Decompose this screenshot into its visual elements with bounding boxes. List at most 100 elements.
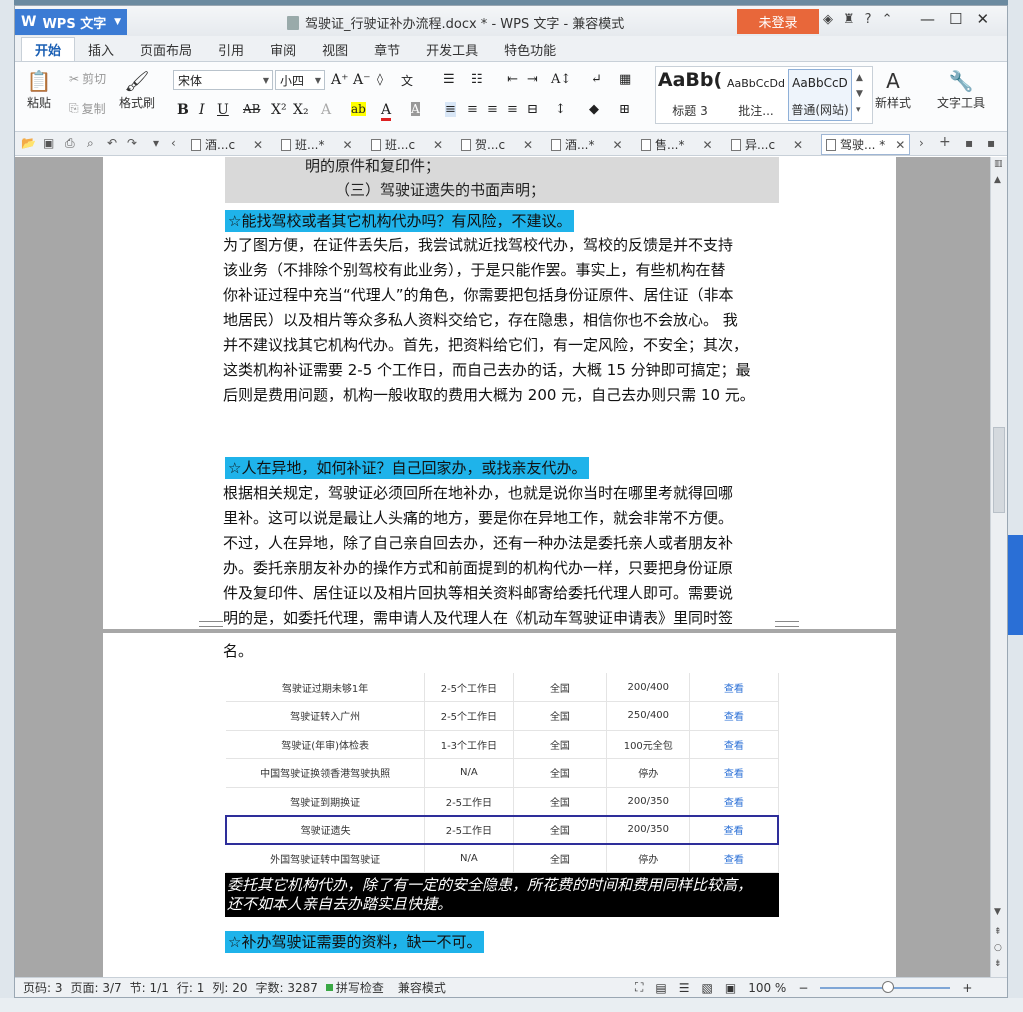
doc-tab[interactable]: 班...c ✕ [371,134,443,155]
doc-tab[interactable]: 班...* ✕ [281,134,353,155]
text-tools-button[interactable]: 🔧 文字工具 [937,68,985,111]
scroll-up-icon[interactable]: ▲ [994,175,1001,185]
ruler-toggle-icon[interactable]: ▥ [994,159,1003,169]
font-name-select[interactable]: 宋体 ▼ [173,70,273,90]
shirt-icon[interactable]: ♜ [843,12,855,27]
close-icon[interactable]: ✕ [253,138,263,152]
doc-tab[interactable]: 异...c ✕ [731,134,803,155]
subscript-icon[interactable]: X₂ [293,102,309,118]
para-mark-icon[interactable]: ↵ [591,72,602,87]
grow-font-icon[interactable]: A⁺ [331,72,349,88]
cut-button[interactable]: ✂ 剪切 [69,70,106,87]
zoom-slider[interactable] [820,980,951,993]
close-icon[interactable]: ✕ [523,138,533,152]
table-icon[interactable]: ▦ [619,72,631,87]
style-more-icon[interactable]: ▾ [856,105,861,115]
redo-icon[interactable]: ↷ [127,136,137,150]
superscript-icon[interactable]: X² [271,102,287,118]
prev-page-icon[interactable]: ⇞ [994,927,1002,937]
style-normal-web[interactable]: AaBbCcD 普通(网站) [788,69,852,121]
shrink-font-icon[interactable]: A⁻ [353,72,371,88]
help-icon[interactable]: ? [865,12,872,27]
browse-object-icon[interactable]: ○ [994,943,1002,953]
font-color-icon[interactable]: A [381,102,392,121]
tab-view[interactable]: 视图 [309,37,361,61]
close-icon[interactable]: ✕ [702,138,712,152]
decrease-indent-icon[interactable]: ⇤ [507,72,518,87]
new-style-button[interactable]: A 新样式 [875,68,911,111]
status-page-code[interactable]: 页码: 3 [23,979,63,996]
save-icon[interactable]: ▣ [43,136,54,150]
tab-menu-icon[interactable]: ▪ [987,136,995,150]
skin-icon[interactable]: ◈ [823,12,833,27]
doc-tab[interactable]: 酒...* ✕ [551,134,623,155]
zoom-out-icon[interactable]: − [798,981,808,995]
status-words[interactable]: 字数: 3287 [255,979,317,996]
shading-icon[interactable]: ◆ [589,102,599,117]
maximize-icon[interactable]: ☐ [949,10,962,28]
bold-icon[interactable]: B [177,102,189,118]
align-left-icon[interactable]: ≡ [445,102,456,117]
doc-tab[interactable]: 酒...c ✕ [191,134,263,155]
close-icon[interactable]: ✕ [793,138,803,152]
tab-insert[interactable]: 插入 [75,37,127,61]
new-tab-icon[interactable]: + [939,134,951,150]
login-button[interactable]: 未登录 [737,9,819,34]
print-icon[interactable]: ⎙ [65,136,75,151]
close-icon[interactable]: ✕ [342,138,352,152]
clear-format-icon[interactable]: ◊ [377,72,383,86]
app-menu-button[interactable]: W WPS 文字 ▼ [15,9,127,35]
vertical-scrollbar[interactable]: ▥ ▲ ▼ ⇞ ○ ⇟ [990,157,1007,977]
page[interactable]: 名。 驾驶证过期未够1年 2-5个工作日 全国 200/400 查看 驾驶证转入广州 2-5… [103,633,896,977]
tab-special[interactable]: 特色功能 [491,37,569,61]
close-icon[interactable]: ✕ [976,10,989,28]
justify-icon[interactable]: ≡ [507,102,518,117]
align-center-icon[interactable]: ≡ [467,102,478,117]
border-icon[interactable]: ⊞ [619,102,630,117]
close-icon[interactable]: ✕ [612,138,622,152]
close-icon[interactable]: ✕ [433,138,443,152]
tab-home[interactable]: 开始 [21,37,76,61]
style-comment[interactable]: AaBbCcDd 批注... [724,69,788,121]
outline-view-icon[interactable]: ☰ [679,981,690,995]
zoom-in-icon[interactable]: + [962,981,972,995]
tab-review[interactable]: 审阅 [257,37,309,61]
sort-icon[interactable]: A↕ [551,72,571,87]
tab-references[interactable]: 引用 [205,37,257,61]
font-size-select[interactable]: 小四 ▼ [275,70,325,90]
tab-list-icon[interactable]: ▪ [965,136,973,150]
highlight-icon[interactable]: ab [351,102,366,116]
line-spacing-icon[interactable]: ↕ [555,102,566,117]
scroll-down-icon[interactable]: ▼ [994,907,1001,917]
distribute-icon[interactable]: ⊟ [527,102,538,117]
tabs-right-icon[interactable]: › [919,136,924,150]
customize-icon[interactable]: ▾ [153,136,159,150]
status-zoom[interactable]: 100 % [748,981,786,995]
align-right-icon[interactable]: ≡ [487,102,498,117]
format-painter-button[interactable]: 🖌 格式刷 [119,68,155,111]
paste-button[interactable]: 📋 粘贴 [25,68,53,111]
copy-button[interactable]: ⎘ 复制 [69,100,106,117]
status-page[interactable]: 页面: 3/7 [71,979,122,996]
tab-developer[interactable]: 开发工具 [413,37,491,61]
close-icon[interactable]: ✕ [895,138,905,152]
underline-icon[interactable]: U [217,102,229,118]
text-effect-icon[interactable]: A [321,102,331,118]
phonetic-icon[interactable]: 文 [401,72,413,89]
increase-indent-icon[interactable]: ⇥ [527,72,538,87]
style-scroll-down-icon[interactable]: ▼ [856,89,863,99]
next-page-icon[interactable]: ⇟ [994,959,1002,969]
style-heading3[interactable]: AaBb( 标题 3 [658,69,722,121]
char-shading-icon[interactable]: A [411,102,420,116]
web-view-icon[interactable]: ▧ [702,981,713,995]
strikethrough-icon[interactable]: AB [243,102,260,116]
page[interactable]: 明的原件和复印件； （三）驾驶证遗失的书面声明； ☆能找驾校或者其它机构代办吗？… [103,157,896,629]
undo-icon[interactable]: ↶ [107,136,117,150]
collapse-ribbon-icon[interactable]: ⌃ [882,12,893,27]
full-screen-icon[interactable]: ⛶ [635,980,643,995]
italic-icon[interactable]: I [199,102,205,118]
doc-tab[interactable]: 贺...c ✕ [461,134,533,155]
open-icon[interactable]: 📂 [21,136,36,150]
bullet-list-icon[interactable]: ☰ [443,72,455,87]
preview-icon[interactable]: ⌕ [87,136,94,151]
